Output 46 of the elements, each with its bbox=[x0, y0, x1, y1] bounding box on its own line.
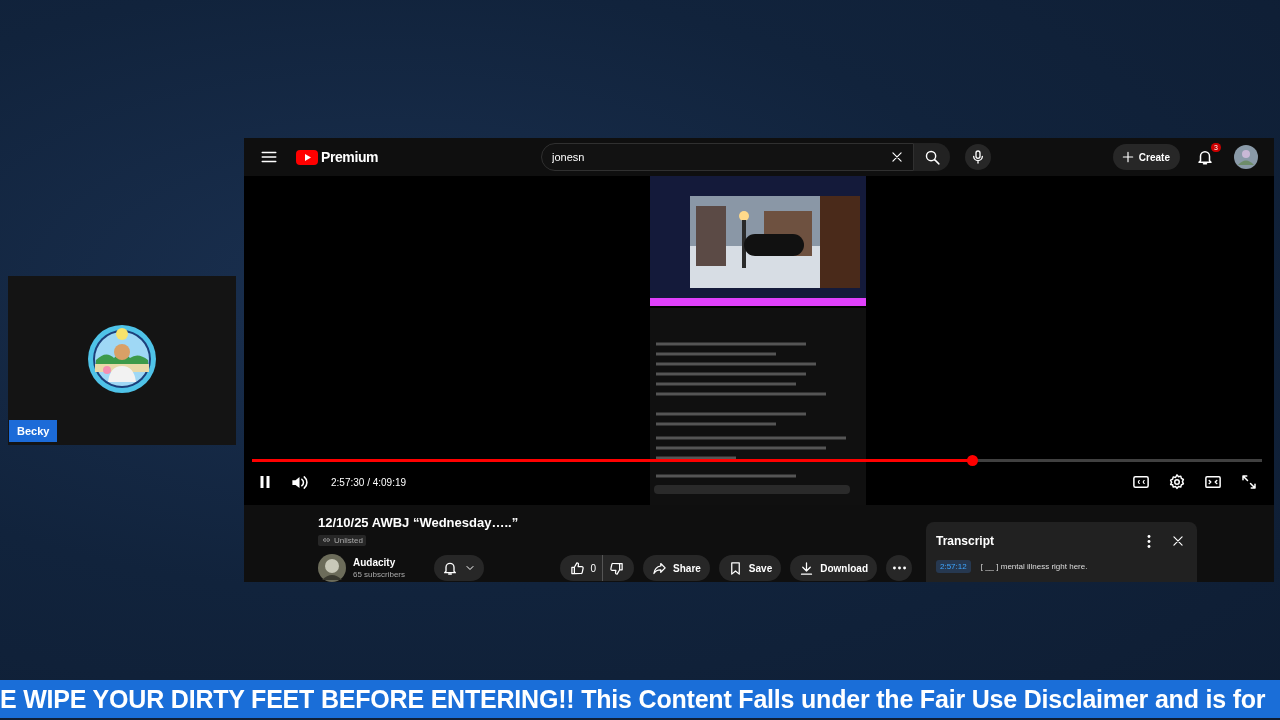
video-title: 12/10/25 AWBJ “Wednesday…..” bbox=[318, 515, 520, 530]
search-field[interactable]: jonesn bbox=[541, 143, 914, 171]
theater-icon bbox=[1204, 473, 1222, 491]
search-button[interactable] bbox=[914, 143, 950, 171]
download-icon bbox=[799, 560, 815, 576]
voice-search-button[interactable] bbox=[965, 144, 991, 170]
subscriber-count: 65 subscribers bbox=[353, 570, 406, 579]
logo-text: Premium bbox=[321, 149, 379, 165]
create-button[interactable]: Create bbox=[1112, 144, 1180, 170]
share-icon bbox=[652, 560, 668, 576]
transcript-text: [ __ ] mental illness right here. bbox=[980, 562, 1088, 571]
like-button[interactable]: 0 bbox=[563, 555, 604, 581]
more-options-button[interactable] bbox=[1145, 532, 1153, 550]
save-button[interactable]: Save bbox=[718, 555, 782, 581]
logo[interactable]: Premium bbox=[296, 149, 379, 165]
play-logo-icon bbox=[296, 149, 318, 165]
close-icon bbox=[890, 150, 904, 164]
thumbs-up-icon bbox=[569, 560, 585, 576]
download-button[interactable]: Download bbox=[790, 555, 877, 581]
avatar[interactable] bbox=[1234, 145, 1258, 169]
settings-icon bbox=[1168, 473, 1186, 491]
subscription-button[interactable] bbox=[434, 555, 485, 581]
channel-name[interactable]: Audacity bbox=[353, 557, 406, 568]
search-icon bbox=[923, 148, 941, 166]
link-icon bbox=[321, 536, 332, 544]
ticker-text: E WIPE YOUR DIRTY FEET BEFORE ENTERING!! This Content Falls under the Fair Use Disclaimer and is for bbox=[0, 684, 1266, 714]
fullscreen-icon bbox=[1240, 473, 1258, 491]
bell-icon bbox=[1196, 148, 1214, 166]
avatar bbox=[87, 323, 157, 394]
share-button[interactable]: Share bbox=[643, 555, 710, 581]
more-button[interactable] bbox=[886, 555, 912, 581]
transcript-title: Transcript bbox=[936, 534, 995, 548]
cc-icon bbox=[1132, 473, 1150, 491]
more-icon bbox=[892, 566, 906, 570]
more-icon bbox=[1147, 534, 1151, 548]
channel-avatar[interactable] bbox=[318, 554, 346, 582]
plus-icon bbox=[1120, 150, 1135, 164]
progress-handle[interactable] bbox=[967, 455, 979, 466]
name-label: Becky bbox=[9, 420, 58, 442]
transcript-timestamp[interactable]: 2:57:12 bbox=[936, 560, 971, 573]
visibility-text: Unlisted bbox=[334, 535, 363, 545]
thumbs-down-icon bbox=[609, 560, 625, 576]
bell-icon bbox=[442, 560, 459, 576]
close-icon bbox=[1171, 534, 1185, 548]
time-display: 2:57:30 / 4:09:19 bbox=[331, 476, 407, 488]
microphone-icon bbox=[970, 149, 986, 165]
